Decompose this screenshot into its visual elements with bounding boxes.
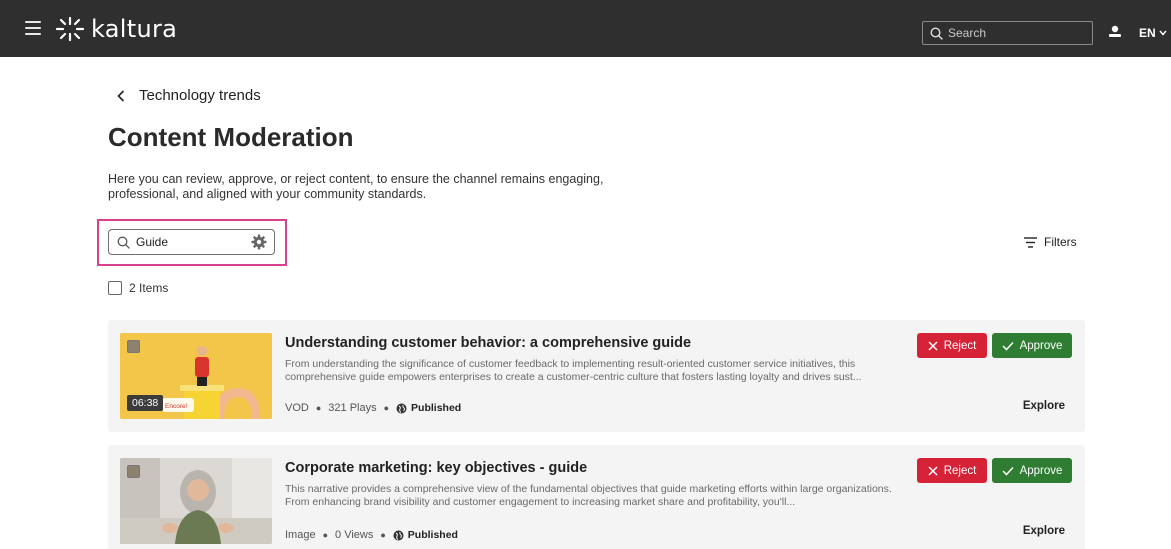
separator-dot: ● <box>322 530 329 540</box>
explore-link[interactable]: Explore <box>1023 400 1065 412</box>
items-count: 2 Items <box>129 281 169 295</box>
breadcrumb[interactable]: Technology trends <box>117 87 261 104</box>
filter-icon <box>1024 236 1037 248</box>
entry-checkbox[interactable] <box>127 340 140 353</box>
close-icon <box>928 465 938 476</box>
approve-label: Approve <box>1019 339 1063 352</box>
kaltura-logo-icon <box>55 16 85 42</box>
entry-thumbnail[interactable]: Encore! 06:38 <box>120 333 272 419</box>
globe-icon <box>396 403 407 413</box>
gear-icon[interactable] <box>251 234 267 250</box>
entry-title[interactable]: Understanding customer behavior: a compr… <box>285 335 691 351</box>
entry-card: Corporate marketing: key objectives - gu… <box>108 445 1085 549</box>
reject-button[interactable]: Reject <box>917 333 987 358</box>
content-search[interactable] <box>108 229 275 255</box>
close-icon <box>928 340 938 351</box>
approve-label: Approve <box>1019 464 1063 477</box>
explore-link[interactable]: Explore <box>1023 525 1065 537</box>
global-search[interactable] <box>922 21 1093 45</box>
filters-button[interactable]: Filters <box>1024 235 1077 249</box>
check-icon <box>1002 466 1014 476</box>
entry-card: Encore! 06:38 Understanding customer beh… <box>108 320 1085 432</box>
separator-dot: ● <box>383 403 390 413</box>
entry-stat: 0 Views <box>335 529 374 541</box>
reject-button[interactable]: Reject <box>917 458 987 483</box>
filters-label: Filters <box>1044 235 1077 249</box>
brand-name: kaltura <box>91 15 178 43</box>
page-title: Content Moderation <box>108 122 354 152</box>
entry-status-label: Published <box>411 402 462 414</box>
content-search-input[interactable] <box>136 235 236 249</box>
entry-description: This narrative provides a comprehensive … <box>285 483 892 508</box>
menu-icon[interactable] <box>25 21 41 35</box>
separator-dot: ● <box>380 530 386 540</box>
language-selector[interactable]: EN <box>1139 26 1167 40</box>
top-navigation-bar: kaltura EN <box>0 0 1171 57</box>
chevron-left-icon <box>117 89 125 102</box>
entry-checkbox[interactable] <box>127 465 140 478</box>
entry-description: From understanding the significance of c… <box>285 358 862 383</box>
approve-button[interactable]: Approve <box>992 333 1072 358</box>
search-icon <box>930 26 943 40</box>
entry-title[interactable]: Corporate marketing: key objectives - gu… <box>285 460 587 476</box>
select-all: 2 Items <box>108 281 168 295</box>
user-icon[interactable] <box>1108 25 1122 39</box>
duration-badge: 06:38 <box>127 395 164 411</box>
kaltura-logo[interactable]: kaltura <box>55 15 177 43</box>
entry-status: Published <box>396 402 461 414</box>
select-all-checkbox[interactable] <box>108 281 122 295</box>
entry-meta: VOD ● 321 Plays ● Published <box>285 402 461 414</box>
check-icon <box>1002 341 1014 351</box>
thumbnail-image <box>120 458 272 544</box>
approve-button[interactable]: Approve <box>992 458 1072 483</box>
global-search-input[interactable] <box>948 26 1078 40</box>
search-icon <box>117 236 130 249</box>
reject-label: Reject <box>943 339 977 352</box>
entry-type: Image <box>285 529 316 541</box>
chevron-down-icon <box>1159 30 1167 36</box>
breadcrumb-label: Technology trends <box>139 87 261 104</box>
entry-status: Published <box>393 529 458 541</box>
language-label: EN <box>1139 26 1156 40</box>
globe-icon <box>393 530 404 540</box>
separator-dot: ● <box>315 403 322 413</box>
page-description: Here you can review, approve, or reject … <box>108 172 604 201</box>
entry-status-label: Published <box>407 529 458 541</box>
entry-type: VOD <box>285 402 309 414</box>
thumbnail-badge: Encore! <box>165 403 188 410</box>
entry-thumbnail[interactable] <box>120 458 272 544</box>
entry-meta: Image ● 0 Views ● Published <box>285 529 458 541</box>
entry-stat: 321 Plays <box>328 402 377 414</box>
reject-label: Reject <box>943 464 977 477</box>
